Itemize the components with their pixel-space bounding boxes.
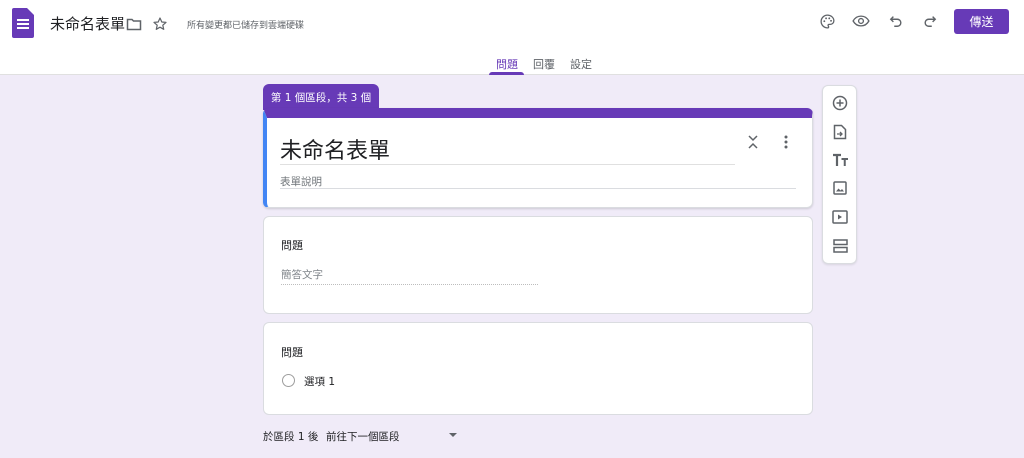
add-question-icon[interactable] [830,93,850,113]
add-image-icon[interactable] [830,178,850,198]
star-icon[interactable] [151,15,169,33]
add-title-icon[interactable] [830,150,850,170]
redo-icon[interactable] [920,11,940,31]
dropdown-arrow-icon[interactable] [449,433,457,437]
top-bar: 未命名表單 所有變更都已儲存到雲端硬碟 傳送 [0,0,1024,48]
tab-responses[interactable]: 回覆 [533,56,555,72]
question-title[interactable]: 問題 [281,344,303,360]
palette-icon[interactable] [817,11,837,31]
radio-button[interactable] [282,374,295,387]
collapse-section-icon[interactable] [745,134,761,150]
tab-questions[interactable]: 問題 [496,56,518,72]
active-tab-indicator [489,72,524,75]
folder-icon[interactable] [125,15,143,33]
add-section-icon[interactable] [830,236,850,256]
section-badge: 第 1 個區段，共 3 個 [263,84,379,110]
form-header-card[interactable]: 未命名表單 表單說明 [263,108,813,208]
question-card[interactable]: 問題 簡答文字 [263,216,813,314]
option-label[interactable]: 選項 1 [304,374,335,389]
short-answer-placeholder: 簡答文字 [281,269,323,281]
undo-icon[interactable] [886,11,906,31]
eye-icon[interactable] [851,11,871,31]
question-card[interactable]: 問題 選項 1 [263,322,813,415]
send-button[interactable]: 傳送 [954,9,1009,34]
description-underline [280,188,796,189]
form-title[interactable]: 未命名表單 [280,133,390,165]
more-options-icon[interactable] [778,134,794,150]
forms-logo-icon[interactable] [12,8,34,38]
form-description-field[interactable]: 表單說明 [280,174,322,189]
tabs-bar: 問題 回覆 設定 [0,48,1024,75]
import-questions-icon[interactable] [830,122,850,142]
title-underline [280,164,735,165]
section-navigation-select[interactable]: 前往下一個區段 [326,429,400,444]
short-answer-line [281,284,538,285]
save-status: 所有變更都已儲存到雲端硬碟 [187,21,305,31]
question-toolbar [822,85,857,264]
document-title[interactable]: 未命名表單 [50,13,125,34]
after-section-label: 於區段 1 後 [263,431,319,443]
add-video-icon[interactable] [830,207,850,227]
tab-settings[interactable]: 設定 [570,56,592,72]
question-title[interactable]: 問題 [281,237,303,253]
